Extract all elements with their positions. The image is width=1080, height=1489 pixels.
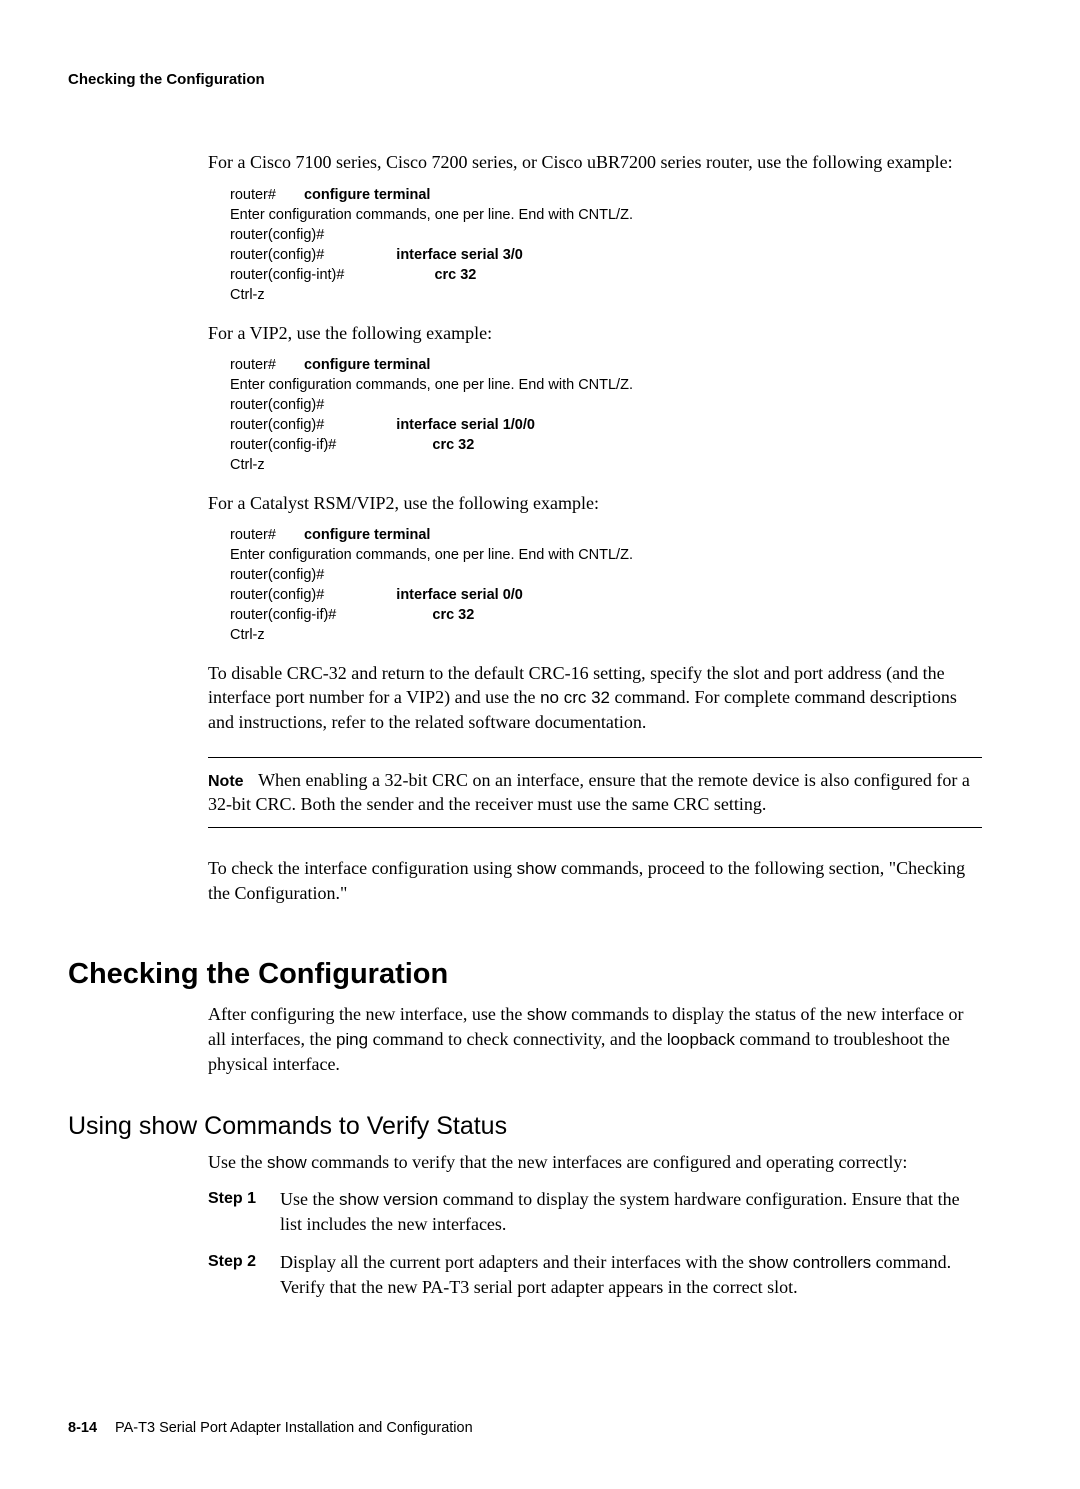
example-block-3: router# configure terminal Enter configur…	[230, 525, 982, 645]
prompt: router(config)#	[230, 587, 324, 603]
prompt: router(config-int)#	[230, 267, 344, 283]
output-line: Enter configuration commands, one per li…	[230, 375, 982, 395]
step-body: Display all the current port adapters an…	[280, 1250, 982, 1299]
text: commands to verify that the new interfac…	[307, 1152, 908, 1172]
section-intro-paragraph: After configuring the new interface, use…	[208, 1002, 982, 1076]
cmd: configure terminal	[304, 357, 431, 373]
prompt: router(config-if)#	[230, 607, 336, 623]
step-label: Step 1	[208, 1187, 280, 1236]
catalyst-paragraph: For a Catalyst RSM/VIP2, use the followi…	[208, 491, 982, 515]
note-box: Note When enabling a 32-bit CRC on an in…	[208, 757, 982, 828]
prompt: router#	[230, 187, 276, 203]
example-block-2: router# configure terminal Enter configur…	[230, 355, 982, 475]
subsection-heading: Using show Commands to Verify Status	[68, 1110, 982, 1144]
text: Use the	[208, 1152, 267, 1172]
step-label: Step 2	[208, 1250, 280, 1299]
step-body: Use the show version command to display …	[280, 1187, 982, 1236]
vip2-paragraph: For a VIP2, use the following example:	[208, 321, 982, 345]
cmd: crc 32	[432, 437, 474, 453]
output-line: Enter configuration commands, one per li…	[230, 205, 982, 225]
note-text: When enabling a 32-bit CRC on an interfa…	[208, 770, 970, 815]
page-footer: 8-14 PA-T3 Serial Port Adapter Installati…	[68, 1419, 982, 1439]
prompt: router#	[230, 357, 276, 373]
prompt: router(config)#	[230, 565, 982, 585]
text: Use the	[280, 1189, 339, 1209]
example-block-1: router# configure terminal Enter configur…	[230, 185, 982, 305]
disable-paragraph: To disable CRC-32 and return to the defa…	[208, 661, 982, 735]
subsection-intro-paragraph: Use the show commands to verify that the…	[208, 1150, 982, 1175]
text: Display all the current port adapters an…	[280, 1252, 748, 1272]
cmd: crc 32	[432, 607, 474, 623]
inline-command: loopback	[667, 1030, 735, 1049]
check-paragraph: To check the interface configuration usi…	[208, 856, 982, 905]
intro-paragraph: For a Cisco 7100 series, Cisco 7200 seri…	[208, 150, 982, 174]
cmd: crc 32	[434, 267, 476, 283]
cmd: interface serial 3/0	[396, 247, 523, 263]
note-label: Note	[208, 773, 244, 790]
inline-command: no crc 32	[540, 688, 610, 707]
output-line: Ctrl-z	[230, 455, 982, 475]
step-row: Step 1 Use the show version command to d…	[208, 1187, 982, 1236]
output-line: Ctrl-z	[230, 285, 982, 305]
text: command to check connectivity, and the	[368, 1029, 667, 1049]
cmd: interface serial 1/0/0	[396, 417, 535, 433]
page-number: 8-14	[68, 1420, 97, 1436]
cmd: configure terminal	[304, 187, 431, 203]
prompt: router#	[230, 527, 276, 543]
section-heading: Checking the Configuration	[68, 955, 982, 994]
inline-command: show version	[339, 1190, 438, 1209]
prompt: router(config)#	[230, 247, 324, 263]
cmd: configure terminal	[304, 527, 431, 543]
prompt: router(config-if)#	[230, 437, 336, 453]
prompt: router(config)#	[230, 225, 982, 245]
inline-command: show	[267, 1153, 307, 1172]
output-line: Enter configuration commands, one per li…	[230, 545, 982, 565]
prompt: router(config)#	[230, 417, 324, 433]
footer-title: PA-T3 Serial Port Adapter Installation a…	[115, 1420, 473, 1436]
inline-command: show	[527, 1005, 567, 1024]
inline-command: show	[517, 859, 557, 878]
steps-list: Step 1 Use the show version command to d…	[208, 1187, 982, 1299]
running-header: Checking the Configuration	[68, 70, 982, 90]
text: To check the interface configuration usi…	[208, 858, 517, 878]
output-line: Ctrl-z	[230, 625, 982, 645]
step-row: Step 2 Display all the current port adap…	[208, 1250, 982, 1299]
cmd: interface serial 0/0	[396, 587, 523, 603]
inline-command: ping	[336, 1030, 368, 1049]
inline-command: show controllers	[748, 1253, 871, 1272]
prompt: router(config)#	[230, 395, 982, 415]
text: After configuring the new interface, use…	[208, 1004, 527, 1024]
